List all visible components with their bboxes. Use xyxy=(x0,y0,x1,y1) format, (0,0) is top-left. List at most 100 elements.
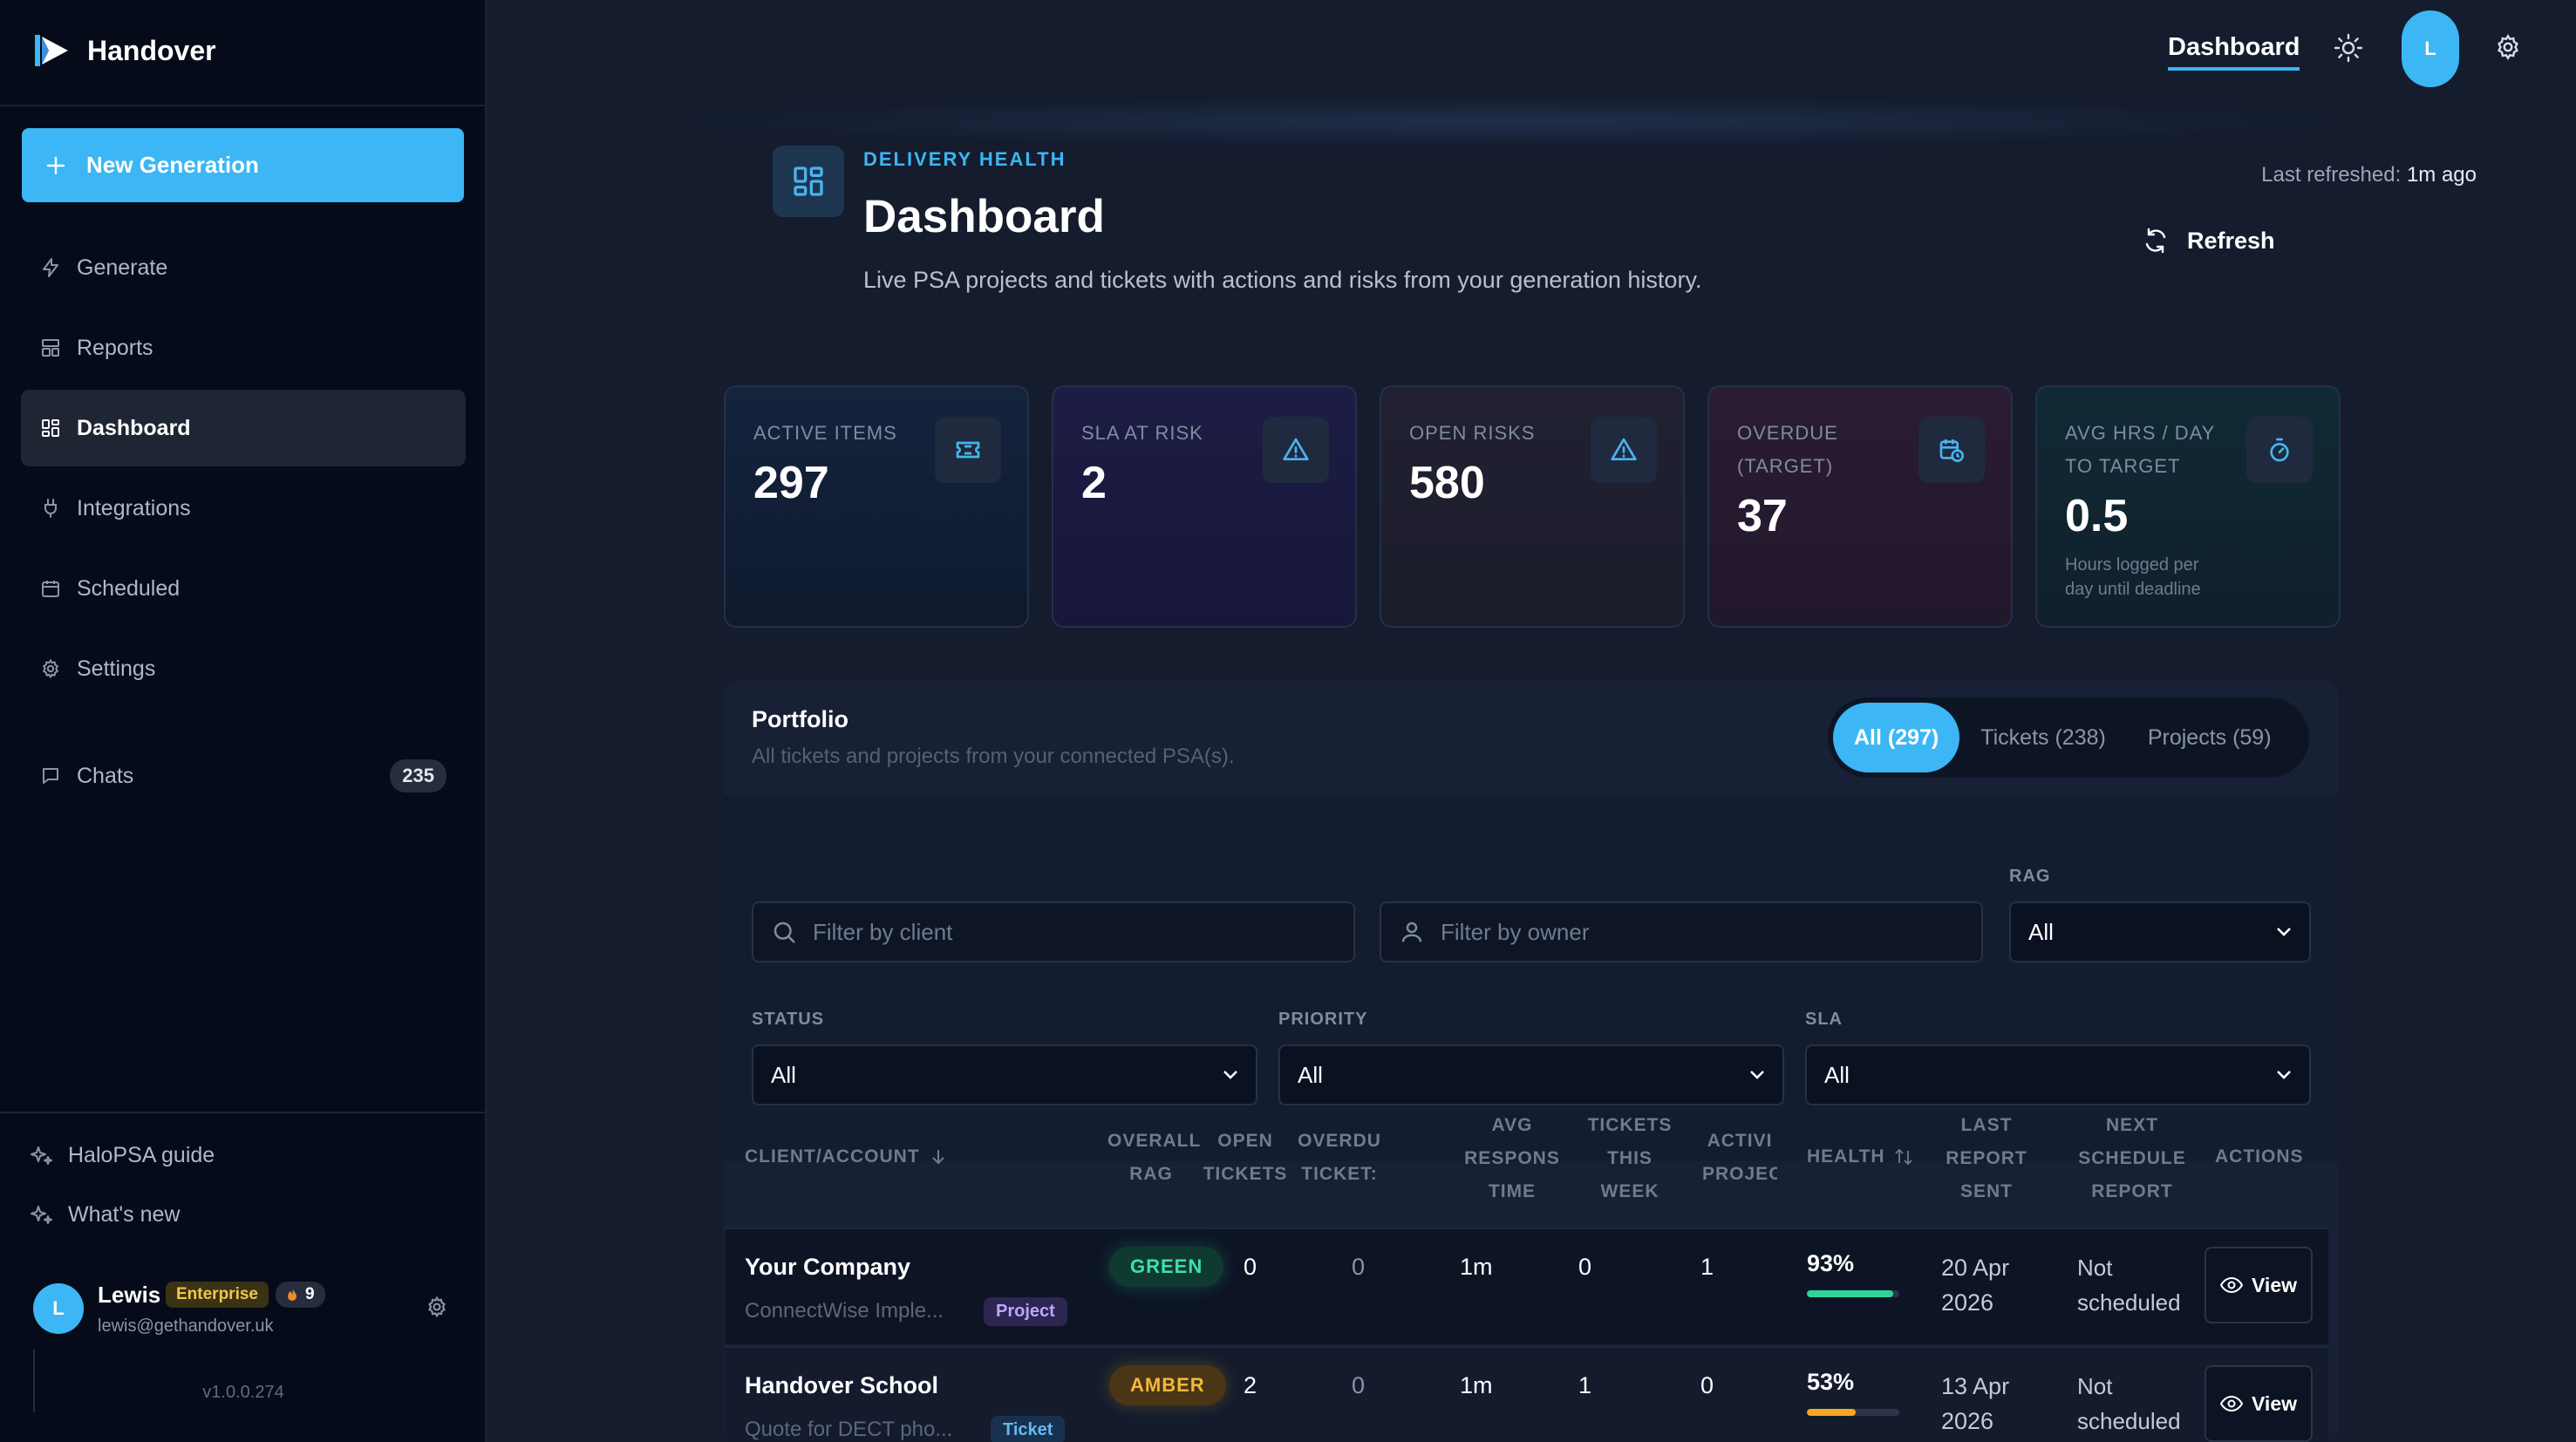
col-last-report-sent[interactable]: LAST REPORT SENT xyxy=(1938,1109,2035,1208)
last-refreshed: Last refreshed: 1m ago xyxy=(2067,163,2477,187)
rag-badge: GREEN xyxy=(1109,1247,1224,1287)
chevron-down-icon xyxy=(2276,1070,2292,1080)
col-label: SENT xyxy=(1959,1181,2013,1201)
chats-count-badge: 235 xyxy=(390,759,446,792)
view-button[interactable]: View xyxy=(2205,1365,2313,1442)
row-client-name[interactable]: Handover School xyxy=(745,1372,938,1399)
status-filter-label: STATUS xyxy=(752,1010,825,1029)
brand-name: Handover xyxy=(87,34,216,66)
sort-arrow-down-icon xyxy=(930,1148,946,1166)
tab-projects[interactable]: Projects (59) xyxy=(2127,703,2293,772)
health-bar xyxy=(1807,1290,1899,1297)
sidebar-item-integrations[interactable]: Integrations xyxy=(21,470,466,547)
col-label: REPORT xyxy=(1946,1148,2027,1168)
col-label: TICKET: xyxy=(1301,1164,1378,1184)
sidebar-item-reports[interactable]: Reports xyxy=(21,309,466,386)
kpi-card-active-items[interactable]: ACTIVE ITEMS 297 xyxy=(724,385,1029,628)
user-profile[interactable]: L Lewis Enterprise 9 lewis@gethandover.u… xyxy=(33,1278,460,1344)
halopsa-guide-link[interactable]: HaloPSA guide xyxy=(30,1143,215,1168)
app-version: v1.0.0.274 xyxy=(202,1383,284,1402)
active-projects: 0 xyxy=(1700,1372,1714,1398)
tab-tickets[interactable]: Tickets (238) xyxy=(1959,703,2127,772)
kpi-card-sla-at-risk[interactable]: SLA AT RISK 2 xyxy=(1052,385,1357,628)
kpi-card-overdue[interactable]: OVERDUE (TARGET) 37 xyxy=(1707,385,2013,628)
next-schedule-report: Not scheduled xyxy=(2077,1250,2181,1320)
table-row[interactable]: Your Company ConnectWise Imple... Projec… xyxy=(726,1228,2328,1344)
avg-response: 1m xyxy=(1460,1254,1493,1280)
sla-select[interactable]: All xyxy=(1805,1044,2311,1105)
col-overall-rag[interactable]: OVERALL RAG xyxy=(1107,1125,1202,1191)
priority-select[interactable]: All xyxy=(1278,1044,1784,1105)
sla-filter-label: SLA xyxy=(1805,1010,1843,1029)
sidebar-item-dashboard[interactable]: Dashboard xyxy=(21,390,466,466)
gear-icon[interactable] xyxy=(2494,33,2522,61)
owner-filter-input[interactable]: Filter by owner xyxy=(1380,901,1983,962)
view-button[interactable]: View xyxy=(2205,1247,2313,1323)
col-client-label: CLIENT/ACCOUNT xyxy=(745,1146,920,1167)
sidebar-item-label: Chats xyxy=(77,763,134,788)
last-report-sent: 13 Apr 2026 xyxy=(1941,1369,2009,1439)
new-generation-button[interactable]: New Generation xyxy=(22,128,464,202)
sidebar-item-label: Scheduled xyxy=(77,575,181,601)
brand[interactable]: Handover xyxy=(33,31,216,70)
user-settings-gear-icon[interactable] xyxy=(426,1296,448,1318)
col-avg-response-time[interactable]: AVG RESPONS TIME xyxy=(1458,1109,1566,1208)
streak-badge: 9 xyxy=(276,1282,325,1308)
sort-icon xyxy=(1894,1147,1913,1167)
view-label: View xyxy=(2252,1391,2297,1415)
top-nav-dashboard-link[interactable]: Dashboard xyxy=(2168,33,2300,71)
refresh-label: Refresh xyxy=(2187,227,2275,254)
client-filter-placeholder: Filter by client xyxy=(813,918,953,945)
sidebar-item-scheduled[interactable]: Scheduled xyxy=(21,550,466,627)
col-label: RESPONS xyxy=(1464,1148,1560,1168)
kpi-card-open-risks[interactable]: OPEN RISKS 580 xyxy=(1380,385,1685,628)
last-report-sent: 20 Apr 2026 xyxy=(1941,1250,2009,1320)
sidebar-item-generate[interactable]: Generate xyxy=(21,229,466,306)
table-row[interactable]: Handover School Quote for DECT pho... Ti… xyxy=(726,1346,2328,1442)
eye-icon xyxy=(2220,1276,2243,1294)
type-badge: Project xyxy=(984,1297,1067,1326)
whats-new-link[interactable]: What's new xyxy=(30,1202,180,1228)
sidebar-item-chats[interactable]: Chats 235 xyxy=(21,738,466,814)
bolt-icon xyxy=(38,255,63,280)
row-client-name[interactable]: Your Company xyxy=(745,1254,910,1281)
user-icon xyxy=(1399,919,1425,945)
rag-select[interactable]: All xyxy=(2009,901,2311,962)
avatar: L xyxy=(33,1283,84,1334)
type-badge: Ticket xyxy=(991,1416,1066,1442)
client-filter-input[interactable]: Filter by client xyxy=(752,901,1355,962)
refresh-button[interactable]: Refresh xyxy=(2142,227,2275,255)
col-label: OPEN xyxy=(1217,1131,1273,1151)
top-avatar[interactable]: L xyxy=(2402,10,2459,87)
sun-theme-toggle-icon[interactable] xyxy=(2334,33,2363,63)
next-report-line-1: Not xyxy=(2077,1255,2113,1281)
rag-filter-label: RAG xyxy=(2009,867,2051,886)
warning-icon xyxy=(1591,417,1657,483)
col-label: OVERALL xyxy=(1107,1131,1202,1151)
col-overdue-tickets[interactable]: OVERDU TICKET: xyxy=(1296,1125,1383,1191)
portfolio-title: Portfolio xyxy=(752,706,848,732)
col-health[interactable]: HEALTH xyxy=(1807,1140,1913,1173)
dashboard-icon xyxy=(38,416,63,440)
col-client[interactable]: CLIENT/ACCOUNT xyxy=(745,1140,946,1173)
status-select[interactable]: All xyxy=(752,1044,1257,1105)
col-tickets-this-week[interactable]: TICKETS THIS WEEK xyxy=(1582,1109,1678,1208)
col-label: NEXT xyxy=(2105,1115,2158,1135)
refresh-icon xyxy=(2142,227,2170,255)
sidebar-item-settings[interactable]: Settings xyxy=(21,630,466,707)
sidebar-divider xyxy=(0,1112,485,1113)
col-active-projects[interactable]: ACTIVI PROJEC xyxy=(1702,1125,1777,1191)
col-next-schedule-report[interactable]: NEXT SCHEDULE REPORT xyxy=(2075,1109,2189,1208)
chevron-down-icon xyxy=(1749,1070,1765,1080)
last-report-date: 13 Apr xyxy=(1941,1373,2010,1399)
open-tickets: 2 xyxy=(1244,1372,1257,1398)
col-open-tickets[interactable]: OPEN TICKETS xyxy=(1200,1125,1291,1191)
flame-icon xyxy=(286,1287,298,1303)
avg-response: 1m xyxy=(1460,1372,1493,1398)
kpi-card-avg-hrs[interactable]: AVG HRS / DAY TO TARGET 0.5 Hours logged… xyxy=(2035,385,2341,628)
sidebar-item-label: Integrations xyxy=(77,495,191,520)
col-label: AVG xyxy=(1491,1115,1533,1135)
tab-all[interactable]: All (297) xyxy=(1833,703,1960,772)
new-generation-label: New Generation xyxy=(86,152,259,178)
stopwatch-icon xyxy=(2246,417,2313,483)
